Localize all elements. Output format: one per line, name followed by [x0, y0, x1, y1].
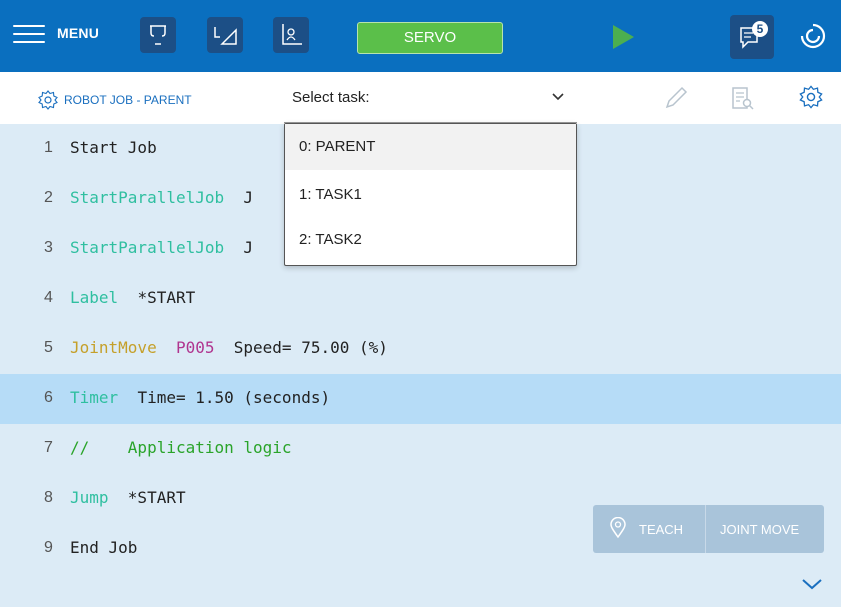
- line-code: StartParallelJob J: [70, 238, 253, 257]
- line-code: JointMove P005 Speed= 75.00 (%): [70, 338, 388, 357]
- code-token: Jump: [70, 488, 109, 507]
- line-code: Jump *START: [70, 488, 186, 507]
- code-token: Time= 1.50 (seconds): [118, 388, 331, 407]
- hamburger-icon: [13, 22, 47, 44]
- task-option-task1[interactable]: 1: TASK1: [285, 172, 576, 218]
- task-select-label: Select task:: [292, 89, 370, 106]
- code-token: JointMove: [70, 338, 157, 357]
- task-option-label: 2: TASK2: [299, 231, 362, 248]
- teach-label: TEACH: [639, 522, 684, 537]
- details-button[interactable]: [729, 85, 755, 116]
- frame-angle-icon: [214, 27, 237, 45]
- job-title: ROBOT JOB - PARENT: [64, 93, 192, 107]
- pencil-icon: [665, 86, 688, 109]
- code-token: StartParallelJob: [70, 188, 225, 207]
- line-number: 3: [44, 239, 53, 256]
- code-token: StartParallelJob: [70, 238, 225, 257]
- user-frame-button[interactable]: [273, 17, 309, 53]
- gear-icon: [799, 85, 823, 109]
- line-code: End Job: [70, 538, 137, 557]
- job-title-button[interactable]: ROBOT JOB - PARENT: [37, 89, 192, 111]
- task-option-label: 1: TASK1: [299, 186, 362, 203]
- joint-move-button[interactable]: JOINT MOVE: [706, 505, 824, 553]
- message-count-badge: 5: [752, 21, 768, 37]
- swirl-logo-icon: [800, 23, 826, 49]
- code-token: Speed= 75.00 (%): [214, 338, 388, 357]
- line-number: 9: [44, 539, 53, 556]
- gripper-icon: [150, 25, 166, 45]
- logo-button[interactable]: [798, 21, 828, 51]
- joint-move-label: JOINT MOVE: [720, 522, 800, 537]
- document-search-icon: [732, 87, 754, 110]
- gripper-tool-button[interactable]: [140, 17, 176, 53]
- code-token: Timer: [70, 388, 119, 407]
- chevron-down-icon: [802, 579, 822, 590]
- base-frame-button[interactable]: [207, 17, 243, 53]
- line-code: Label *START: [70, 288, 195, 307]
- code-token: // Application logic: [70, 438, 292, 457]
- code-token: P005: [175, 338, 215, 357]
- code-token: J: [224, 188, 254, 207]
- messages-button[interactable]: 5: [730, 15, 774, 59]
- top-bar: MENU SERVO 5: [0, 0, 841, 72]
- code-token: Label: [70, 288, 119, 307]
- task-dropdown-menu: 0: PARENT 1: TASK1 2: TASK2: [284, 123, 577, 266]
- code-token: *START: [118, 288, 196, 307]
- task-option-label: 0: PARENT: [299, 138, 376, 155]
- edit-button[interactable]: [663, 85, 689, 116]
- code-token: Start Job: [70, 138, 157, 157]
- play-button[interactable]: [609, 22, 639, 52]
- task-option-task2[interactable]: 2: TASK2: [285, 217, 576, 263]
- chevron-down-icon: [552, 93, 564, 101]
- user-coordinate-icon: [282, 24, 302, 45]
- line-code: StartParallelJob J: [70, 188, 253, 207]
- teach-button[interactable]: TEACH: [593, 505, 705, 553]
- line-number: 8: [44, 489, 53, 506]
- location-pin-icon: [610, 517, 626, 539]
- menu-button[interactable]: MENU: [13, 22, 99, 44]
- line-code: Timer Time= 1.50 (seconds): [70, 388, 330, 407]
- line-number: 4: [44, 289, 53, 306]
- code-token: End Job: [70, 538, 138, 557]
- line-code: // Application logic: [70, 438, 292, 457]
- teach-toolbar: TEACH JOINT MOVE: [593, 505, 824, 553]
- play-icon: [613, 25, 634, 49]
- line-code: Start Job: [70, 138, 157, 157]
- program-line[interactable]: 6 Timer Time= 1.50 (seconds): [0, 374, 841, 424]
- scroll-down-button[interactable]: [801, 577, 823, 596]
- task-select[interactable]: Select task:: [284, 73, 577, 123]
- line-number: 7: [44, 439, 53, 456]
- code-token: *START: [108, 488, 186, 507]
- gear-icon: [38, 90, 58, 110]
- task-option-parent[interactable]: 0: PARENT: [285, 124, 576, 170]
- line-number: 2: [44, 189, 53, 206]
- settings-button[interactable]: [798, 84, 824, 115]
- program-line[interactable]: 7 // Application logic: [0, 424, 841, 474]
- code-token: J: [224, 238, 254, 257]
- program-line[interactable]: 4 Label *START: [0, 274, 841, 324]
- line-number: 6: [44, 389, 53, 406]
- program-line[interactable]: 5 JointMove P005 Speed= 75.00 (%): [0, 324, 841, 374]
- menu-label: MENU: [57, 25, 100, 41]
- line-number: 1: [44, 139, 53, 156]
- line-number: 5: [44, 339, 53, 356]
- servo-button[interactable]: SERVO: [357, 22, 503, 54]
